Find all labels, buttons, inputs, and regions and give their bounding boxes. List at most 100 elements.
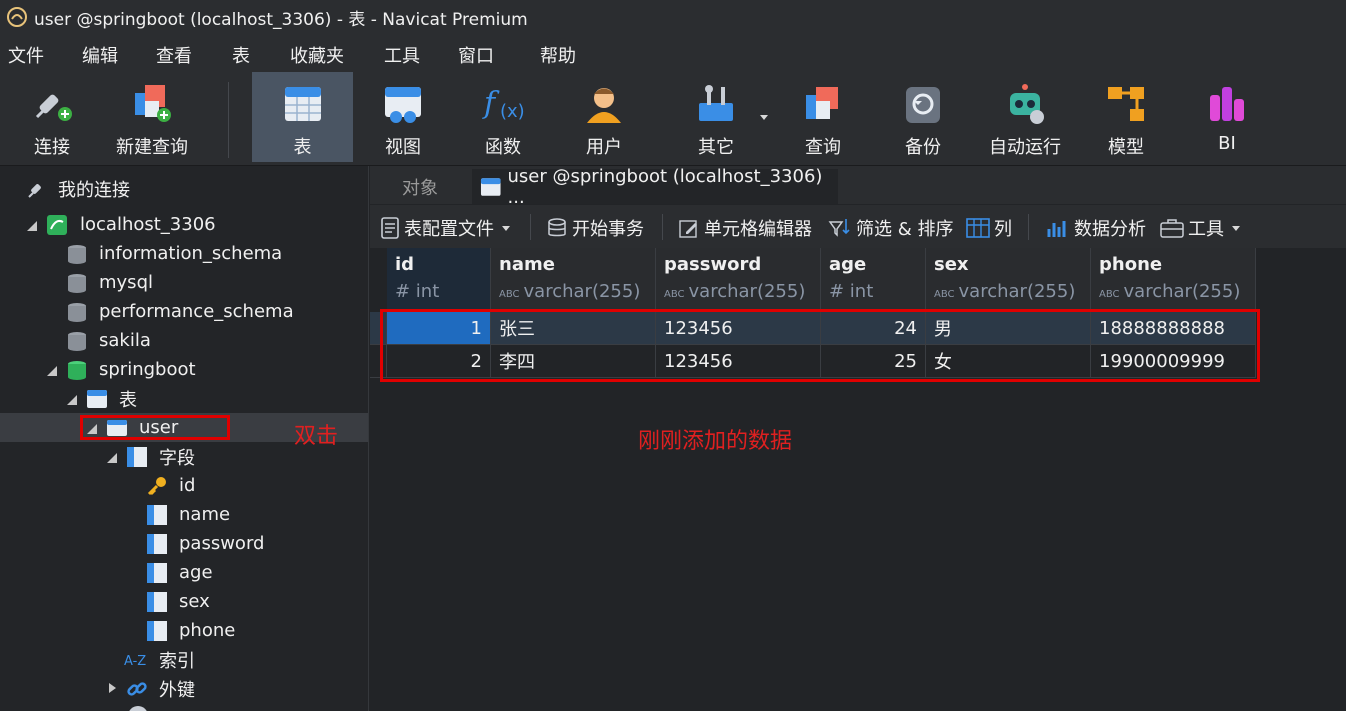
collapse-arrow-icon[interactable] bbox=[109, 683, 116, 693]
tree-foreign-keys[interactable]: 外键 bbox=[0, 674, 368, 703]
tab-user-table-label: user @springboot (localhost_3306) ... bbox=[507, 165, 823, 208]
field-icon bbox=[147, 591, 167, 612]
svg-text:(x): (x) bbox=[500, 101, 525, 122]
begin-transaction-button[interactable]: 开始事务 bbox=[546, 215, 644, 241]
tree-field-id[interactable]: id bbox=[0, 471, 368, 500]
tree-field-name[interactable]: name bbox=[0, 500, 368, 529]
tree-db-springboot[interactable]: springboot bbox=[0, 355, 368, 384]
menu-view[interactable]: 查看 bbox=[156, 42, 192, 68]
database-stack-icon bbox=[548, 218, 566, 237]
tree-field-sex[interactable]: sex bbox=[0, 587, 368, 616]
column-header-phone[interactable]: phone ABC varchar(255) bbox=[1091, 248, 1256, 310]
robot-icon bbox=[1010, 84, 1044, 124]
data-analysis-button[interactable]: 数据分析 bbox=[1046, 215, 1146, 241]
cell-editor-button[interactable]: 单元格编辑器 bbox=[678, 215, 812, 241]
user-button[interactable]: 用户 bbox=[571, 72, 637, 162]
database-label: information_schema bbox=[99, 243, 283, 264]
tree-my-connections[interactable]: 我的连接 bbox=[0, 174, 368, 203]
column-type: varchar(255) bbox=[1123, 281, 1241, 302]
highlight-box-user-table bbox=[80, 415, 230, 440]
text-type-icon: ABC bbox=[1099, 289, 1120, 300]
menu-table[interactable]: 表 bbox=[232, 42, 250, 68]
tab-user-table[interactable]: user @springboot (localhost_3306) ... bbox=[472, 166, 838, 208]
tab-objects[interactable]: 对象 bbox=[370, 169, 470, 204]
expand-arrow-icon[interactable] bbox=[47, 366, 57, 376]
table-button[interactable]: 表 bbox=[252, 72, 353, 162]
tree-db-information-schema[interactable]: information_schema bbox=[0, 239, 368, 268]
tree-indexes[interactable]: A-Z 索引 bbox=[0, 645, 368, 674]
column-header-id[interactable]: id # int bbox=[387, 248, 491, 310]
tree-connection[interactable]: localhost_3306 bbox=[0, 210, 368, 239]
table-profile-button[interactable]: 表配置文件 bbox=[380, 215, 510, 241]
toolbar-separator bbox=[530, 214, 531, 240]
begin-transaction-label: 开始事务 bbox=[572, 219, 644, 240]
column-name: id bbox=[395, 254, 415, 275]
other-button[interactable]: 其它 bbox=[683, 72, 749, 162]
tree-db-mysql[interactable]: mysql bbox=[0, 268, 368, 297]
toolbox-icon bbox=[1160, 219, 1184, 238]
function-button[interactable]: f (x) 函数 bbox=[470, 72, 536, 162]
new-query-icon bbox=[135, 85, 171, 122]
query-button[interactable]: 查询 bbox=[790, 72, 856, 162]
menu-tools[interactable]: 工具 bbox=[384, 42, 420, 68]
tree-db-performance-schema[interactable]: performance_schema bbox=[0, 297, 368, 326]
bi-button[interactable]: BI bbox=[1194, 72, 1260, 162]
navicat-logo-icon bbox=[7, 7, 27, 27]
view-icon bbox=[385, 87, 421, 123]
other-dropdown-caret[interactable] bbox=[760, 115, 768, 120]
model-button[interactable]: 模型 bbox=[1093, 72, 1159, 162]
column-header-password[interactable]: password ABC varchar(255) bbox=[656, 248, 821, 310]
tree-field-age[interactable]: age bbox=[0, 558, 368, 587]
column-name: password bbox=[664, 254, 762, 275]
data-analysis-label: 数据分析 bbox=[1074, 219, 1146, 240]
column-header-age[interactable]: age # int bbox=[821, 248, 926, 310]
column-header-name[interactable]: name ABC varchar(255) bbox=[491, 248, 656, 310]
tools-icon bbox=[699, 85, 733, 121]
columns-button[interactable]: 列 bbox=[966, 215, 1012, 241]
tools-dropdown-button[interactable]: 工具 bbox=[1160, 215, 1240, 241]
menu-help[interactable]: 帮助 bbox=[540, 42, 576, 68]
text-type-icon: ABC bbox=[664, 289, 685, 300]
auto-run-button[interactable]: 自动运行 bbox=[986, 72, 1064, 162]
other-label: 其它 bbox=[698, 137, 734, 158]
backup-button[interactable]: 备份 bbox=[890, 72, 956, 162]
menu-file[interactable]: 文件 bbox=[8, 42, 44, 68]
tree-tables-folder[interactable]: 表 bbox=[0, 384, 368, 413]
backup-icon bbox=[906, 87, 940, 123]
field-label: sex bbox=[179, 591, 210, 612]
column-type-wrap: ABC varchar(255) bbox=[664, 281, 805, 302]
menu-edit[interactable]: 编辑 bbox=[82, 42, 118, 68]
tree-field-password[interactable]: password bbox=[0, 529, 368, 558]
auto-run-label: 自动运行 bbox=[989, 137, 1061, 158]
expand-arrow-icon[interactable] bbox=[67, 395, 77, 405]
menu-favorites[interactable]: 收藏夹 bbox=[290, 42, 344, 68]
plug-icon bbox=[35, 94, 72, 121]
my-connections-label: 我的连接 bbox=[58, 179, 130, 201]
filter-sort-button[interactable]: 筛选 & 排序 bbox=[828, 215, 953, 241]
new-query-button[interactable]: 新建查询 bbox=[110, 72, 194, 162]
annotation-double-click: 双击 bbox=[294, 424, 339, 449]
expand-arrow-icon[interactable] bbox=[27, 221, 37, 231]
menu-window[interactable]: 窗口 bbox=[458, 42, 494, 68]
menu-bar: 文件 编辑 查看 表 收藏夹 工具 窗口 帮助 bbox=[0, 34, 1346, 72]
object-toolbar: 表配置文件 开始事务 单元格编辑器 筛选 & 排序 列 数据分析 工具 bbox=[370, 205, 1346, 248]
connect-button[interactable]: 连接 bbox=[14, 72, 90, 162]
user-label: 用户 bbox=[586, 137, 622, 158]
database-icon bbox=[68, 244, 86, 264]
tree-field-phone[interactable]: phone bbox=[0, 616, 368, 645]
tree-db-sakila[interactable]: sakila bbox=[0, 326, 368, 355]
new-query-label: 新建查询 bbox=[116, 137, 188, 158]
field-icon bbox=[147, 620, 167, 641]
table-icon bbox=[284, 87, 321, 121]
column-header-sex[interactable]: sex ABC varchar(255) bbox=[926, 248, 1091, 310]
field-icon bbox=[147, 533, 167, 554]
view-button[interactable]: 视图 bbox=[370, 72, 436, 162]
column-name: name bbox=[499, 254, 555, 275]
indexes-label: 索引 bbox=[159, 650, 195, 672]
dropdown-caret-icon bbox=[1232, 225, 1240, 231]
pencil-icon bbox=[679, 220, 697, 238]
user-icon bbox=[587, 88, 621, 123]
document-icon bbox=[381, 217, 399, 239]
column-type-wrap: ABC varchar(255) bbox=[934, 281, 1075, 302]
expand-arrow-icon[interactable] bbox=[107, 453, 117, 463]
